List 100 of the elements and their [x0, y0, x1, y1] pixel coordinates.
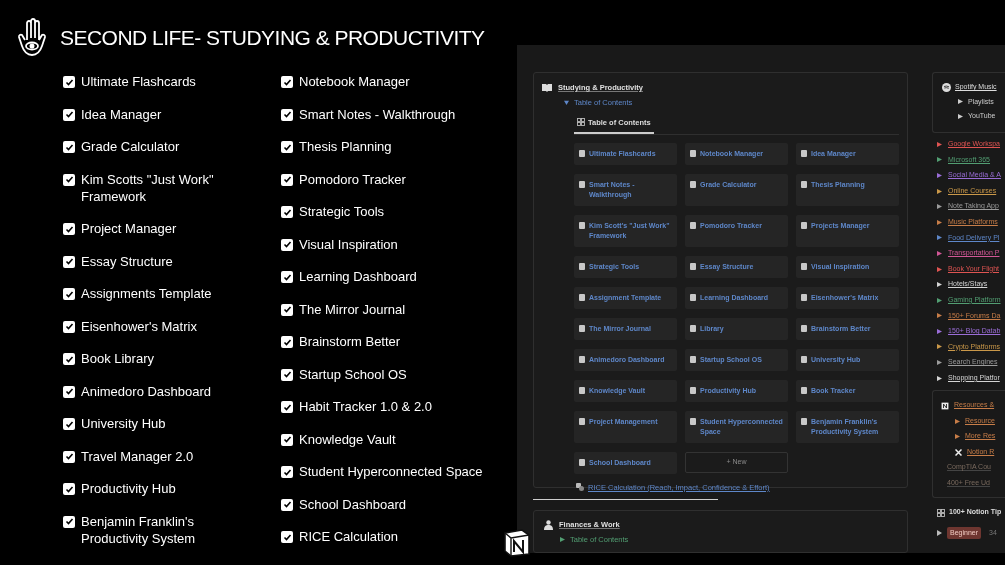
toggle-arrow-icon[interactable] [937, 250, 942, 256]
checkbox[interactable] [281, 531, 293, 543]
item-label: Book Library [81, 350, 154, 367]
checkbox[interactable] [281, 303, 293, 316]
checkbox[interactable] [281, 271, 293, 283]
checkbox[interactable] [281, 206, 293, 218]
checkbox[interactable] [63, 141, 75, 153]
page-icon [801, 180, 807, 188]
toggle-arrow-icon[interactable] [937, 204, 942, 210]
item-label: Animedoro Dashboard [81, 382, 212, 400]
checkbox[interactable] [281, 466, 293, 478]
toggle-arrow-icon[interactable] [937, 172, 942, 178]
checkbox[interactable] [281, 498, 293, 511]
page-icon [801, 262, 807, 270]
item-label: Pomodoro Tracker [299, 170, 406, 188]
notion-logo-icon [941, 401, 949, 410]
item-label: Travel Manager 2.0 [81, 447, 194, 465]
item-label: University Hub [81, 415, 166, 432]
item-label: Startup School OS [299, 365, 407, 383]
page-icon [690, 262, 696, 270]
toggle-arrow-icon[interactable] [937, 266, 942, 272]
page-icon [690, 221, 696, 229]
toggle-arrow-icon[interactable] [564, 100, 569, 106]
page-icon [801, 293, 807, 301]
checkbox[interactable] [281, 108, 293, 121]
page-icon [690, 324, 696, 332]
person-icon [544, 519, 553, 530]
toggle-arrow-icon[interactable] [937, 328, 942, 334]
item-label: Eisenhower's Matrix [81, 317, 197, 335]
checkbox[interactable] [63, 255, 75, 268]
checkbox[interactable] [63, 76, 75, 88]
toggle-arrow-icon[interactable] [937, 344, 942, 350]
toggle-arrow-icon[interactable] [937, 313, 942, 319]
checkbox[interactable] [63, 483, 75, 495]
toggle-arrow-icon[interactable] [937, 360, 942, 366]
checkbox[interactable] [63, 173, 75, 186]
page-icon [801, 355, 807, 363]
toggle-arrow-icon[interactable] [958, 99, 963, 105]
page-icon [801, 221, 807, 229]
page-icon [579, 355, 585, 363]
page-icon [579, 417, 585, 425]
checkbox[interactable] [281, 336, 293, 348]
page-icon [579, 458, 585, 466]
checkbox[interactable] [63, 108, 75, 121]
item-label: Smart Notes - Walkthrough [299, 105, 456, 123]
page-icon [690, 149, 696, 157]
toggle-arrow-icon[interactable] [937, 219, 942, 225]
page-icon [690, 293, 696, 301]
gallery-icon [577, 118, 585, 127]
page-icon [579, 386, 585, 394]
checkbox[interactable] [63, 385, 75, 398]
toggle-arrow-icon[interactable] [937, 282, 942, 288]
toggle-arrow-icon[interactable] [937, 530, 942, 537]
item-label: Visual Inspiration [299, 235, 398, 253]
page-icon [579, 293, 585, 301]
checkbox[interactable] [63, 320, 75, 333]
toggle-arrow-icon[interactable] [937, 297, 942, 303]
toggle-arrow-icon[interactable] [937, 141, 942, 147]
checkbox[interactable] [63, 450, 75, 463]
item-label: Brainstorm Better [299, 333, 401, 350]
gallery-icon [937, 508, 945, 517]
checkbox[interactable] [281, 433, 293, 446]
item-label: Notebook Manager [299, 73, 410, 90]
item-label: Grade Calculator [81, 138, 180, 155]
checkbox[interactable] [281, 368, 293, 381]
item-label: Essay Structure [81, 252, 173, 270]
checkbox[interactable] [63, 353, 75, 365]
page-icon [579, 221, 585, 229]
checkbox[interactable] [63, 515, 75, 528]
checkbox[interactable] [281, 401, 293, 413]
item-label: Learning Dashboard [299, 268, 417, 285]
page-icon [801, 149, 807, 157]
toggle-arrow-icon[interactable] [937, 188, 942, 194]
page-icon [579, 180, 585, 188]
toggle-arrow-icon[interactable] [937, 235, 942, 241]
checkbox[interactable] [281, 238, 293, 251]
page-icon [801, 417, 807, 425]
toggle-arrow-icon[interactable] [955, 434, 960, 440]
toggle-arrow-icon[interactable] [937, 375, 942, 381]
item-label: Productivity Hub [81, 480, 176, 497]
item-label: Habit Tracker 1.0 & 2.0 [299, 398, 432, 415]
music-icon [942, 82, 951, 92]
toggle-arrow-icon[interactable] [958, 113, 963, 119]
open-book-icon [542, 83, 552, 93]
checkbox[interactable] [63, 418, 75, 430]
item-label: Ultimate Flashcards [81, 73, 196, 90]
database-icon [576, 483, 584, 492]
checkbox[interactable] [281, 141, 293, 153]
checkbox[interactable] [281, 173, 293, 186]
checkbox[interactable] [63, 288, 75, 300]
item-label: Strategic Tools [299, 203, 385, 220]
page-icon [690, 417, 696, 425]
page-title: SECOND LIFE- STUDYING & PRODUCTIVITY [60, 25, 485, 52]
toggle-arrow-icon[interactable] [955, 418, 960, 424]
item-label: Student Hyperconnected Space [299, 463, 483, 480]
item-label: School Dashboard [299, 495, 406, 513]
toggle-arrow-icon[interactable] [937, 157, 942, 163]
checkbox[interactable] [63, 223, 75, 235]
checkbox[interactable] [281, 76, 293, 88]
toggle-arrow-icon[interactable] [560, 537, 565, 543]
